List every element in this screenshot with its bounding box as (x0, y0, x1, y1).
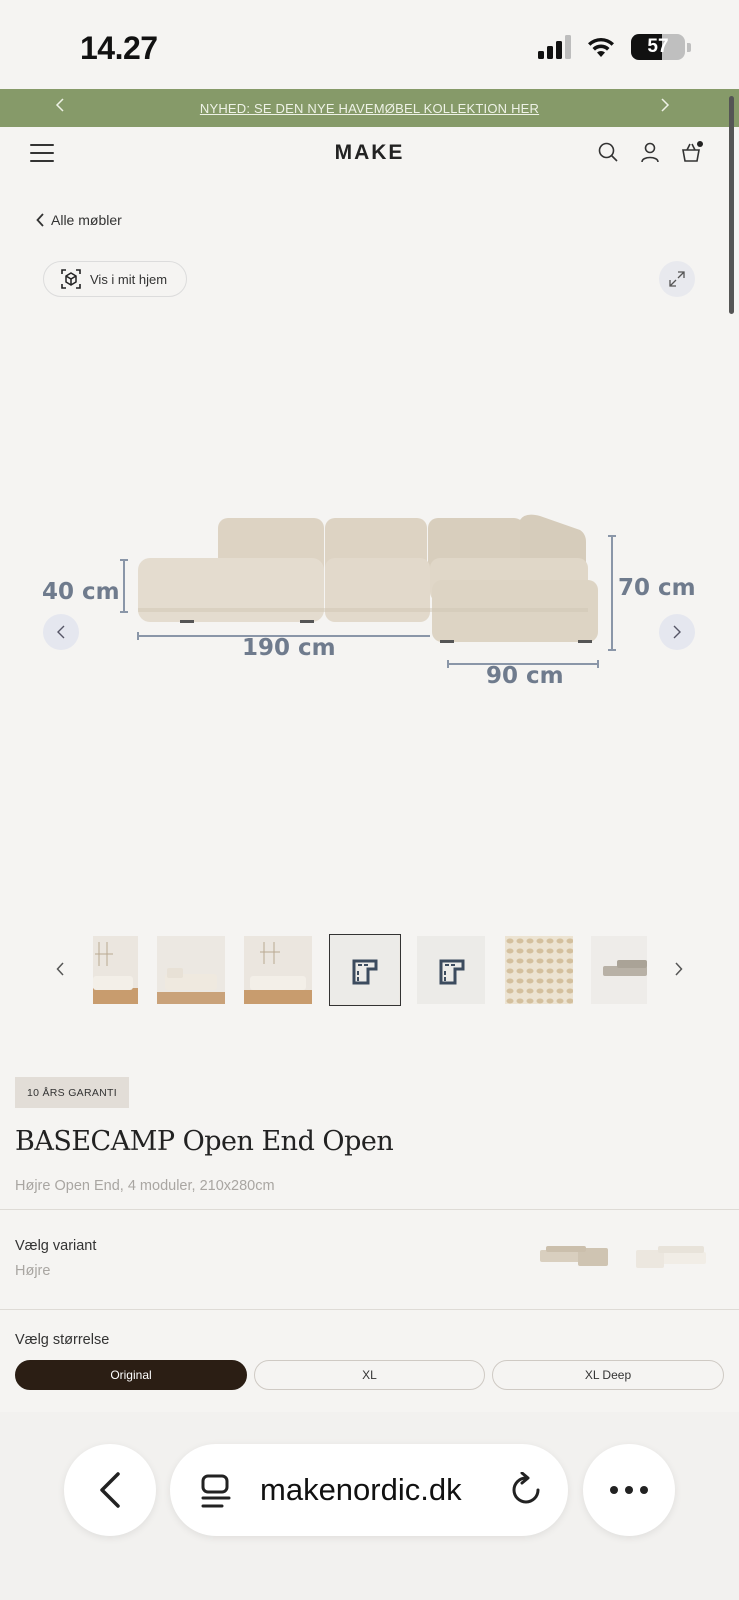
thumbnail-chaise-photo[interactable] (157, 936, 225, 1004)
dimension-length: 190 cm (242, 635, 336, 661)
chevron-right-icon (673, 625, 681, 639)
divider (0, 1209, 739, 1210)
address-bar-url: makenordic.dk (260, 1472, 462, 1507)
basket-icon[interactable] (681, 141, 703, 163)
promo-next-button[interactable] (655, 97, 675, 118)
browser-toolbar: makenordic.dk (0, 1412, 739, 1600)
dimension-height: 70 cm (618, 575, 696, 601)
product-hero-image: 40 cm 190 cm 70 cm 90 cm (0, 320, 739, 880)
address-bar[interactable]: makenordic.dk (170, 1444, 568, 1536)
sofa-dimension-illustration: 40 cm 190 cm 70 cm 90 cm (42, 514, 696, 689)
battery-level: 57 (647, 36, 669, 57)
expand-gallery-button[interactable] (659, 261, 695, 297)
chevron-right-icon (661, 98, 670, 112)
chevron-left-icon (57, 625, 65, 639)
warranty-badge: 10 ÅRS GARANTI (15, 1077, 129, 1108)
thumbnail-sofa-side-partial[interactable] (591, 936, 647, 1004)
chevron-left-icon (100, 1472, 120, 1508)
wifi-icon (588, 37, 614, 57)
variant-label: Vælg variant (15, 1238, 97, 1254)
expand-icon (669, 271, 685, 287)
back-to-furniture-link[interactable]: Alle møbler (36, 212, 122, 228)
chevron-left-icon (55, 98, 64, 112)
thumbnails-next-button[interactable] (674, 960, 683, 981)
status-icons: 57 (538, 34, 691, 60)
status-bar: 14.27 57 (0, 0, 739, 90)
dimension-depth-left: 40 cm (42, 579, 120, 605)
thumbnail-room-photo[interactable] (244, 936, 312, 1004)
gallery-prev-button[interactable] (43, 614, 79, 650)
size-label: Vælg størrelse (15, 1332, 110, 1348)
thumbnail-strip (0, 934, 739, 1008)
promo-link[interactable]: NYHED: SE DEN NYE HAVEMØBEL KOLLEKTION H… (200, 101, 539, 116)
view-in-home-label: Vis i mit hjem (90, 271, 168, 287)
view-in-home-button[interactable]: Vis i mit hjem (43, 261, 187, 297)
thumbnail-room-photo-partial[interactable] (93, 936, 138, 1004)
more-icon (610, 1486, 648, 1494)
chevron-left-icon (56, 962, 64, 976)
site-header: MAKE (0, 127, 739, 181)
dimension-depth-right: 90 cm (486, 663, 564, 689)
size-option-original[interactable]: Original (15, 1360, 247, 1390)
divider (0, 1309, 739, 1310)
reload-icon[interactable] (510, 1472, 542, 1508)
chevron-left-icon (36, 213, 44, 227)
thumbnail-fabric-swatch[interactable] (505, 936, 573, 1004)
promo-prev-button[interactable] (50, 97, 70, 118)
thumbnail-diagram-selected[interactable] (329, 934, 401, 1006)
variant-option-left[interactable] (634, 1240, 712, 1274)
size-option-xl-deep[interactable]: XL Deep (492, 1360, 724, 1390)
product-subtitle: Højre Open End, 4 moduler, 210x280cm (15, 1178, 275, 1194)
back-link-label: Alle møbler (51, 212, 122, 228)
variant-option-right[interactable] (538, 1240, 616, 1274)
status-time: 14.27 (80, 30, 158, 66)
browser-more-button[interactable] (583, 1444, 675, 1536)
battery-icon: 57 (631, 34, 685, 60)
search-icon[interactable] (597, 141, 619, 163)
thumbnail-diagram[interactable] (417, 936, 485, 1004)
browser-back-button[interactable] (64, 1444, 156, 1536)
gallery-next-button[interactable] (659, 614, 695, 650)
account-icon[interactable] (639, 141, 661, 163)
thumbnails-prev-button[interactable] (56, 960, 65, 981)
product-title: BASECAMP Open End Open (15, 1126, 394, 1157)
ar-cube-icon (61, 269, 81, 289)
chevron-right-icon (675, 962, 683, 976)
variant-value: Højre (15, 1263, 51, 1279)
size-option-xl[interactable]: XL (254, 1360, 485, 1390)
cellular-signal-icon (538, 35, 571, 59)
reader-icon[interactable] (200, 1474, 232, 1510)
promo-bar: NYHED: SE DEN NYE HAVEMØBEL KOLLEKTION H… (0, 89, 739, 127)
